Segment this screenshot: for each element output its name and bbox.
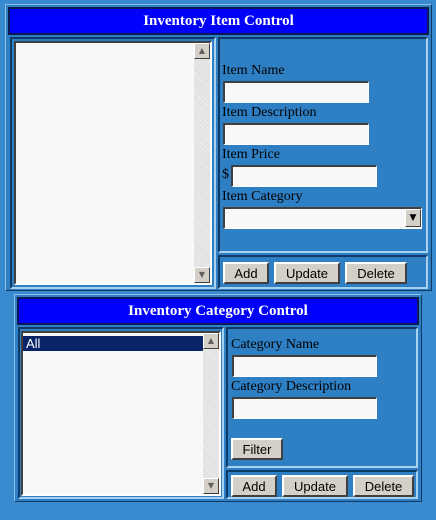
category-list[interactable]: All ▲ ▼ [21, 331, 221, 496]
scroll-down-icon[interactable]: ▼ [203, 478, 219, 494]
category-control-title: Inventory Category Control [17, 297, 419, 325]
item-list-scrollbar[interactable]: ▲ ▼ [194, 43, 210, 283]
item-price-input[interactable] [231, 165, 377, 187]
category-delete-button[interactable]: Delete [353, 475, 414, 497]
item-category-select[interactable]: ▼ [223, 207, 422, 229]
item-description-label: Item Description [222, 105, 317, 120]
currency-symbol: $ [222, 167, 229, 182]
item-delete-label: Delete [357, 265, 395, 281]
item-control-title-text: Inventory Item Control [143, 12, 294, 29]
item-price-label: Item Price [222, 147, 280, 162]
scroll-down-icon[interactable]: ▼ [194, 267, 210, 283]
category-add-label: Add [242, 478, 266, 494]
list-item-label: All [26, 336, 41, 351]
list-item[interactable]: All [23, 336, 203, 351]
category-update-label: Update [294, 478, 336, 494]
scroll-up-icon[interactable]: ▲ [194, 43, 210, 59]
category-name-label: Category Name [231, 337, 320, 352]
item-category-label: Item Category [222, 189, 303, 204]
chevron-down-icon[interactable]: ▼ [405, 209, 421, 227]
filter-label: Filter [242, 441, 272, 457]
item-delete-button[interactable]: Delete [345, 262, 407, 284]
category-list-scrollbar[interactable]: ▲ ▼ [203, 333, 219, 494]
item-description-input[interactable] [223, 123, 369, 145]
item-name-label: Item Name [222, 63, 285, 78]
category-delete-label: Delete [364, 478, 403, 494]
item-update-button[interactable]: Update [274, 262, 340, 284]
item-update-label: Update [286, 265, 328, 281]
category-description-label: Category Description [231, 379, 352, 394]
category-control-title-text: Inventory Category Control [128, 302, 308, 319]
filter-button[interactable]: Filter [231, 438, 283, 460]
item-add-button[interactable]: Add [223, 262, 269, 284]
item-list[interactable]: ▲ ▼ [14, 41, 212, 285]
category-update-button[interactable]: Update [282, 475, 348, 497]
item-name-input[interactable] [223, 81, 369, 103]
category-description-input[interactable] [232, 397, 377, 419]
item-add-label: Add [234, 265, 258, 281]
item-control-title: Inventory Item Control [8, 7, 429, 35]
scroll-up-icon[interactable]: ▲ [203, 333, 219, 349]
category-name-input[interactable] [232, 355, 377, 377]
category-add-button[interactable]: Add [231, 475, 277, 497]
